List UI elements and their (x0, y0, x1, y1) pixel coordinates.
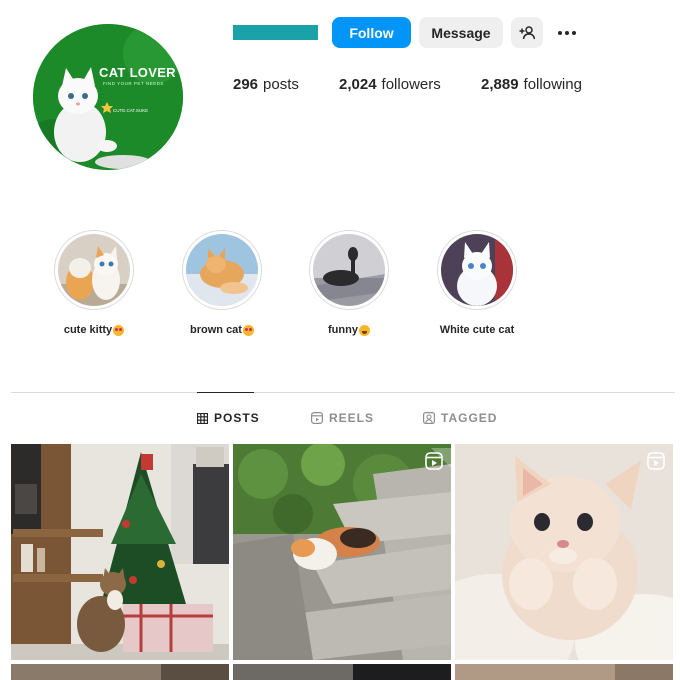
posts-count-value: 296 (233, 76, 259, 93)
tab-posts-label: POSTS (214, 411, 260, 425)
followers-count-label: followers (381, 76, 441, 93)
tagged-icon (423, 412, 435, 424)
tab-tagged-label: TAGGED (441, 411, 498, 425)
post-thumbnail-stairs-cat[interactable] (233, 444, 451, 660)
avatar-title-text: CAT LOVER (99, 65, 176, 80)
reel-badge-icon (647, 452, 665, 470)
profile-stats: 296 posts 2,024 followers 2,889 followin… (233, 76, 582, 93)
reels-icon (311, 412, 323, 424)
grid-icon (197, 412, 208, 424)
post-thumbnail-christmas-cat[interactable] (11, 444, 229, 660)
highlight-label: cute kitty (64, 324, 125, 336)
message-button[interactable]: Message (419, 17, 503, 48)
highlight-thumbnail (186, 234, 258, 306)
highlight-cute-kitty[interactable]: cute kitty (29, 230, 159, 336)
username-redacted (233, 25, 318, 40)
reel-badge-icon (425, 452, 443, 470)
followers-count[interactable]: 2,024 followers (339, 76, 481, 93)
following-count-label: following (523, 76, 582, 93)
tab-posts[interactable]: POSTS (197, 411, 260, 425)
tab-tagged[interactable]: TAGGED (423, 411, 497, 425)
highlight-ring (182, 230, 262, 310)
add-user-icon (519, 25, 535, 39)
posts-count-label: posts (263, 76, 299, 93)
highlight-funny[interactable]: funny (284, 230, 414, 336)
post-thumbnail[interactable] (233, 664, 451, 680)
following-count-value: 2,889 (481, 76, 519, 93)
highlight-thumbnail (441, 234, 513, 306)
post-thumbnail[interactable] (11, 664, 229, 680)
post-thumbnail[interactable] (455, 664, 673, 680)
avatar-handle-text: CUTE.CAT.SUKE (113, 108, 149, 113)
highlight-brown-cat[interactable]: brown cat (157, 230, 287, 336)
profile-avatar[interactable]: CAT LOVER FIND YOUR PET NEEDS CUTE.CAT.S… (33, 24, 183, 170)
highlight-thumbnail (313, 234, 385, 306)
highlight-white-cute-cat[interactable]: White cute cat (412, 230, 542, 336)
highlight-label: funny (328, 324, 370, 336)
highlight-thumbnail (58, 234, 130, 306)
more-options-icon[interactable] (554, 23, 580, 43)
avatar-subtitle-text: FIND YOUR PET NEEDS (103, 81, 164, 86)
suggest-user-button[interactable] (511, 17, 543, 48)
post-thumbnail-kitten[interactable] (455, 444, 673, 660)
heart-eyes-emoji-icon (113, 324, 125, 336)
posts-count[interactable]: 296 posts (233, 76, 339, 93)
active-tab-indicator (197, 392, 254, 393)
heart-eyes-emoji-icon (242, 324, 254, 336)
highlight-label: White cute cat (439, 324, 515, 336)
tab-reels[interactable]: REELS (311, 411, 374, 425)
following-count[interactable]: 2,889 following (481, 76, 582, 93)
highlight-ring (437, 230, 517, 310)
highlight-ring (309, 230, 389, 310)
highlight-label: brown cat (190, 324, 254, 336)
highlight-ring (54, 230, 134, 310)
laughing-emoji-icon (358, 324, 370, 336)
tab-reels-label: REELS (329, 411, 375, 425)
followers-count-value: 2,024 (339, 76, 377, 93)
follow-button[interactable]: Follow (332, 17, 411, 48)
tabs-divider (11, 392, 675, 393)
